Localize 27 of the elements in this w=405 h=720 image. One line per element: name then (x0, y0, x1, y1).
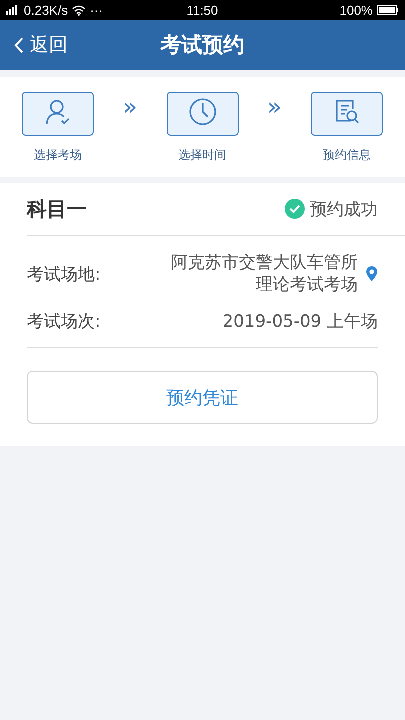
status-text: 预约成功 (310, 198, 378, 220)
more-indicator: ··· (90, 2, 104, 18)
battery-percent: 100% (340, 2, 373, 18)
step-label: 预约信息 (323, 147, 371, 164)
signal-icon (6, 5, 20, 15)
clock-time: 11:50 (186, 2, 218, 18)
voucher-button[interactable]: 预约凭证 (27, 371, 378, 424)
page-title: 考试预约 (159, 32, 246, 59)
field-value: 阿克苏市交警大队车管所理论考试考场 (171, 252, 358, 296)
location-pin-icon[interactable] (366, 266, 378, 282)
check-circle-icon (285, 199, 305, 219)
battery-icon (376, 5, 399, 15)
field-value: 2019-05-09 上午场 (222, 310, 378, 332)
back-button[interactable]: 返回 (0, 20, 68, 70)
step-label: 选择考场 (34, 147, 82, 164)
step-button[interactable] (22, 92, 94, 136)
double-chevron-icon: » (267, 95, 282, 119)
field-label: 考试场地: (27, 264, 101, 286)
double-chevron-icon: » (122, 95, 138, 119)
wifi-icon (72, 4, 86, 16)
field-label: 考试场次: (27, 311, 101, 333)
back-chevron-icon[interactable] (14, 36, 24, 54)
step-button[interactable] (166, 92, 238, 136)
step-button[interactable] (311, 92, 383, 136)
network-speed: 0.23K/s (24, 2, 68, 18)
subject-title: 科目一 (27, 196, 87, 222)
step-label: 选择时间 (178, 147, 226, 164)
